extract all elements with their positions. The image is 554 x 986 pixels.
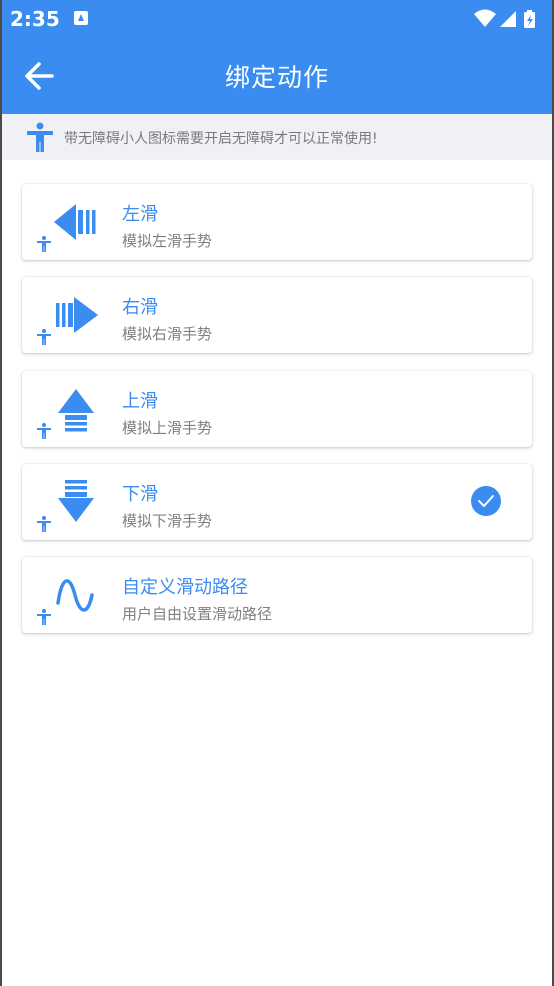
selected-check-badge	[471, 486, 501, 516]
status-icons	[474, 9, 535, 28]
status-bar: 2:35	[2, 0, 552, 38]
swipe-up-icon	[58, 389, 94, 432]
accessibility-icon	[27, 122, 53, 152]
accessibility-icon	[37, 423, 51, 439]
status-time: 2:35	[10, 7, 60, 31]
notification-app-icon	[74, 11, 88, 25]
page-title: 绑定动作	[224, 63, 329, 92]
action-subtitle: 模拟下滑手势	[122, 512, 213, 530]
checkmark-icon	[478, 495, 494, 507]
action-title: 右滑	[122, 297, 158, 318]
swipe-right-icon	[56, 297, 98, 333]
action-subtitle: 用户自由设置滑动路径	[122, 605, 273, 623]
action-card-custom-path[interactable]: 自定义滑动路径 用户自由设置滑动路径	[22, 557, 532, 633]
action-card-swipe-up[interactable]: 上滑 模拟上滑手势	[22, 371, 532, 447]
accessibility-icon	[37, 516, 51, 532]
accessibility-notice: 带无障碍小人图标需要开启无障碍才可以正常使用!	[2, 114, 552, 160]
signal-icon	[500, 11, 516, 27]
action-title: 下滑	[122, 484, 158, 505]
action-title: 左滑	[122, 204, 158, 225]
swipe-down-icon	[58, 480, 94, 522]
notice-text: 带无障碍小人图标需要开启无障碍才可以正常使用!	[64, 131, 378, 147]
action-subtitle: 模拟左滑手势	[122, 232, 213, 250]
swipe-left-icon	[54, 204, 96, 240]
action-title: 上滑	[122, 391, 158, 412]
battery-icon	[524, 10, 535, 28]
action-subtitle: 模拟右滑手势	[122, 325, 213, 343]
app-bar: 绑定动作	[2, 38, 552, 114]
action-subtitle: 模拟上滑手势	[122, 419, 213, 437]
action-card-swipe-right[interactable]: 右滑 模拟右滑手势	[22, 277, 532, 353]
custom-path-icon	[56, 579, 94, 612]
wifi-icon	[474, 9, 496, 27]
action-card-swipe-left[interactable]: 左滑 模拟左滑手势	[22, 184, 532, 260]
action-card-swipe-down[interactable]: 下滑 模拟下滑手势	[22, 464, 532, 540]
accessibility-icon	[37, 609, 51, 625]
action-title: 自定义滑动路径	[122, 577, 248, 598]
accessibility-icon	[37, 329, 51, 345]
accessibility-icon	[37, 236, 51, 252]
